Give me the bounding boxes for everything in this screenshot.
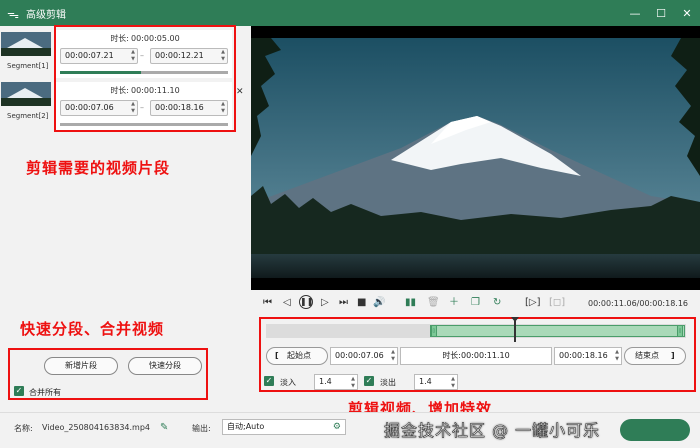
range-row: [ 起始点 00:00:07.06 ▲ ▼ 时长:00:00:11.10 00:0… xyxy=(266,347,686,365)
start-point-button[interactable]: [ 起始点 xyxy=(266,347,328,365)
selection-end-handle[interactable]: ▯ xyxy=(677,325,683,337)
title-bar: ᯓ 高级剪辑 — ☐ ✕ xyxy=(0,0,700,26)
window-title: 高级剪辑 xyxy=(26,9,66,21)
spinner-icon[interactable]: ▲ ▼ xyxy=(451,376,455,390)
maximize-icon[interactable]: ☐ xyxy=(648,0,674,26)
add-icon[interactable]: ＋ xyxy=(449,297,459,309)
selection-start-handle[interactable]: ▯ xyxy=(430,325,437,337)
split-icon[interactable]: ▮▮ xyxy=(405,297,416,309)
thumbnail-column: Segment[1] Segment[2] xyxy=(0,26,52,124)
end-point-label: 结束点 xyxy=(635,351,659,360)
merge-all-checkbox[interactable]: ✓ xyxy=(14,386,24,396)
rotate-icon[interactable]: ↻ xyxy=(493,297,501,309)
close-segment-icon[interactable]: ✕ xyxy=(236,87,244,97)
start-point-label: 起始点 xyxy=(287,351,311,360)
fade-out-value: 1.4 xyxy=(419,377,432,386)
fade-in-label: 淡入 xyxy=(280,378,296,387)
file-name: Video_250804163834.mp4 xyxy=(42,423,150,432)
segment-thumbnail[interactable] xyxy=(1,32,51,56)
stop-icon[interactable]: ■ xyxy=(357,297,366,309)
thumbnail-image xyxy=(1,82,51,106)
step-forward-icon[interactable]: ▷ xyxy=(321,297,329,309)
fade-out-input[interactable]: 1.4 ▲ ▼ xyxy=(414,374,458,390)
video-preview[interactable] xyxy=(251,26,700,290)
range-start-input[interactable]: 00:00:07.06 ▲ ▼ xyxy=(330,347,398,365)
delete-icon[interactable]: 🗑 xyxy=(427,297,440,309)
range-duration-label: 时长: xyxy=(442,351,462,360)
gear-icon[interactable]: ⚙ xyxy=(333,420,341,434)
fade-in-value: 1.4 xyxy=(319,377,332,386)
segment-label: Segment[2] xyxy=(7,112,49,120)
edit-name-icon[interactable]: ✎ xyxy=(160,422,168,433)
thumbnail-image xyxy=(1,32,51,56)
output-label: 输出: xyxy=(192,424,211,433)
timeline-selection[interactable] xyxy=(429,325,685,337)
player-controls: ⏮ ◁ ❚❚ ▷ ⏭ ■ 🔊 ▮▮ 🗑 ＋ ❐ ↻ [▷] [◻] 00:00:… xyxy=(251,290,700,318)
range-start-time: 00:00:07.06 xyxy=(335,351,384,360)
snapshot-icon[interactable]: [◻] xyxy=(549,297,565,309)
pause-icon[interactable]: ❚❚ xyxy=(299,295,313,309)
playhead[interactable] xyxy=(510,317,519,342)
skip-end-icon[interactable]: ⏭ xyxy=(339,297,348,309)
range-end-input[interactable]: 00:00:18.16 ▲ ▼ xyxy=(554,347,622,365)
spinner-icon[interactable]: ▲ ▼ xyxy=(351,376,355,390)
bracket-left-icon: [ xyxy=(275,351,279,360)
step-back-icon[interactable]: ◁ xyxy=(283,297,291,309)
fade-in-checkbox[interactable]: ✓ xyxy=(264,376,274,386)
video-frame xyxy=(251,26,700,290)
timeline-track[interactable]: ▯ ▯ xyxy=(266,324,686,338)
range-duration: 时长:00:00:11.10 xyxy=(400,347,552,365)
end-point-button[interactable]: 结束点 ] xyxy=(624,347,686,365)
fade-out-checkbox[interactable]: ✓ xyxy=(364,376,374,386)
spinner-icon[interactable]: ▲ ▼ xyxy=(391,349,395,363)
minimize-icon[interactable]: — xyxy=(622,0,648,26)
rabbit-icon: ᯓ xyxy=(7,6,19,21)
merge-all-label: 合并所有 xyxy=(29,388,61,397)
annotation-segments: 剪辑需要的视频片段 xyxy=(26,159,171,177)
range-end-time: 00:00:18.16 xyxy=(559,351,608,360)
bottom-bar: 名称: Video_250804163834.mp4 ✎ 输出: 自动;Auto… xyxy=(0,412,700,448)
crop-icon[interactable]: [▷] xyxy=(525,297,541,309)
range-duration-value: 00:00:11.10 xyxy=(461,351,510,360)
spinner-icon[interactable]: ▲ ▼ xyxy=(615,349,619,363)
window-controls: — ☐ ✕ xyxy=(622,0,700,26)
fade-out-label: 淡出 xyxy=(380,378,396,387)
volume-icon[interactable]: 🔊 xyxy=(373,297,385,309)
export-button[interactable] xyxy=(620,419,690,441)
skip-start-icon[interactable]: ⏮ xyxy=(263,297,272,309)
new-segment-button[interactable]: 新增片段 xyxy=(44,357,118,375)
bracket-right-icon: ] xyxy=(671,351,675,360)
annotation-split-merge: 快速分段、合并视频 xyxy=(20,320,165,338)
fade-in-input[interactable]: 1.4 ▲ ▼ xyxy=(314,374,358,390)
name-label: 名称: xyxy=(14,424,33,433)
segment-thumbnail[interactable] xyxy=(1,82,51,106)
copy-icon[interactable]: ❐ xyxy=(471,297,480,309)
output-select[interactable]: 自动;Auto ⚙ xyxy=(222,419,346,435)
timecode: 00:00:11.06/00:00:18.16 xyxy=(588,299,688,308)
segments-highlight xyxy=(54,25,236,132)
watermark: 掘金技术社区 @ 一罐小可乐 xyxy=(384,421,601,441)
output-value: 自动;Auto xyxy=(227,422,265,431)
segment-label: Segment[1] xyxy=(7,62,49,70)
quick-split-button[interactable]: 快速分段 xyxy=(128,357,202,375)
close-icon[interactable]: ✕ xyxy=(674,0,700,26)
